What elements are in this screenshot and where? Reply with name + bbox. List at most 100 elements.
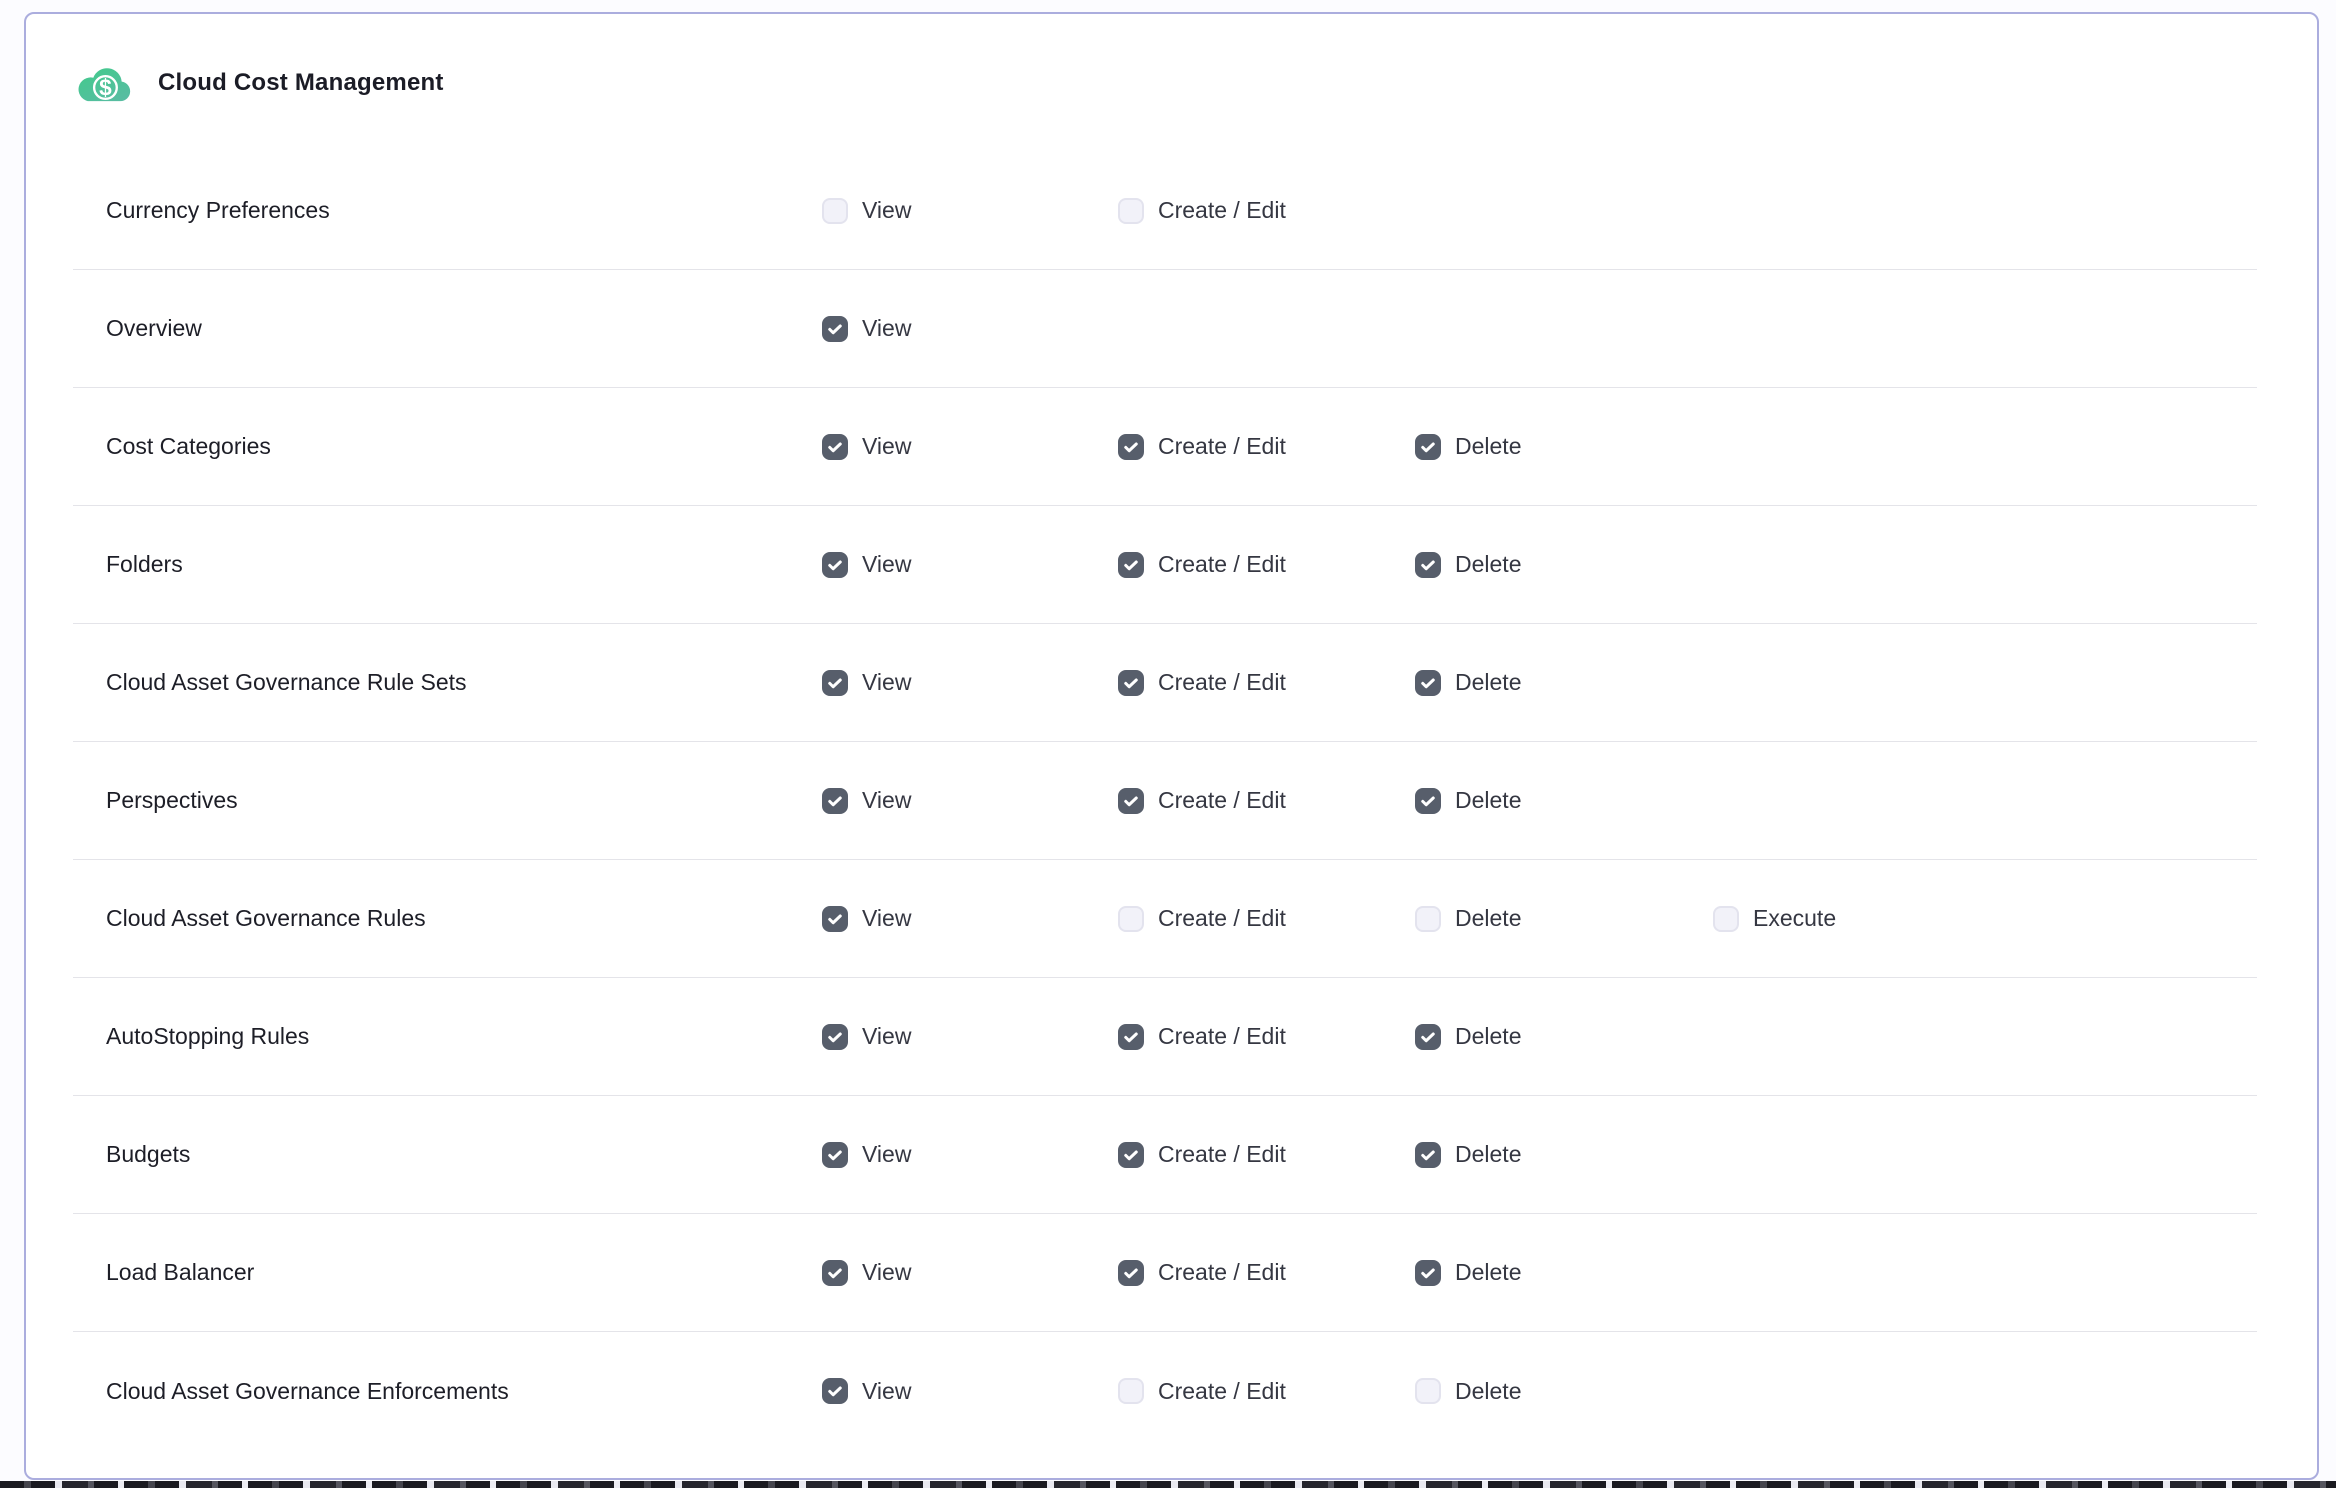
permission-label: Create / Edit — [1158, 551, 1286, 578]
permission-label: Delete — [1455, 905, 1521, 932]
create-edit-checkbox[interactable] — [1118, 552, 1144, 578]
check-icon — [826, 910, 844, 928]
check-icon — [1122, 1028, 1140, 1046]
permission-row: Cloud Asset Governance Rules View Create… — [73, 860, 2257, 978]
create-edit-checkbox[interactable] — [1118, 1378, 1144, 1404]
permission-label: View — [862, 1141, 911, 1168]
permission-cell: Delete — [1415, 978, 1521, 1095]
permission-row: Load Balancer View Create / Edit Delete — [73, 1214, 2257, 1332]
create-edit-checkbox[interactable] — [1118, 670, 1144, 696]
resource-label: Cloud Asset Governance Rules — [106, 860, 426, 977]
check-icon — [1122, 1264, 1140, 1282]
view-checkbox[interactable] — [822, 552, 848, 578]
permission-label: Delete — [1455, 787, 1521, 814]
create-edit-checkbox[interactable] — [1118, 1142, 1144, 1168]
permission-label: Create / Edit — [1158, 669, 1286, 696]
permission-row: Budgets View Create / Edit Delete — [73, 1096, 2257, 1214]
delete-checkbox[interactable] — [1415, 434, 1441, 460]
check-icon — [1419, 438, 1437, 456]
check-icon — [1419, 1028, 1437, 1046]
check-icon — [826, 674, 844, 692]
permissions-card: $ Cloud Cost Management Currency Prefere… — [24, 12, 2319, 1480]
create-edit-checkbox[interactable] — [1118, 1260, 1144, 1286]
delete-checkbox[interactable] — [1415, 906, 1441, 932]
check-icon — [826, 1264, 844, 1282]
permission-cell: View — [822, 270, 911, 387]
create-edit-checkbox[interactable] — [1118, 434, 1144, 460]
view-checkbox[interactable] — [822, 1260, 848, 1286]
permission-row: Overview View — [73, 270, 2257, 388]
permission-cell: View — [822, 388, 911, 505]
permission-cell: View — [822, 1096, 911, 1213]
view-checkbox[interactable] — [822, 434, 848, 460]
create-edit-checkbox[interactable] — [1118, 198, 1144, 224]
view-checkbox[interactable] — [822, 1142, 848, 1168]
view-checkbox[interactable] — [822, 1024, 848, 1050]
resource-label: Cost Categories — [106, 388, 271, 505]
create-edit-checkbox[interactable] — [1118, 1024, 1144, 1050]
delete-checkbox[interactable] — [1415, 1142, 1441, 1168]
check-icon — [826, 1382, 844, 1400]
execute-checkbox[interactable] — [1713, 906, 1739, 932]
resource-label: Load Balancer — [106, 1214, 254, 1331]
permission-cell: View — [822, 152, 911, 269]
check-icon — [1419, 792, 1437, 810]
resource-label: Cloud Asset Governance Rule Sets — [106, 624, 467, 741]
check-icon — [826, 792, 844, 810]
permission-label: View — [862, 197, 911, 224]
permission-label: Create / Edit — [1158, 1141, 1286, 1168]
check-icon — [826, 1146, 844, 1164]
permission-label: Create / Edit — [1158, 433, 1286, 460]
permission-cell: Create / Edit — [1118, 1096, 1286, 1213]
resource-label: AutoStopping Rules — [106, 978, 309, 1095]
permission-cell: View — [822, 1332, 911, 1450]
delete-checkbox[interactable] — [1415, 670, 1441, 696]
permission-cell: Delete — [1415, 860, 1521, 977]
delete-checkbox[interactable] — [1415, 552, 1441, 578]
delete-checkbox[interactable] — [1415, 1024, 1441, 1050]
check-icon — [1419, 674, 1437, 692]
check-icon — [826, 320, 844, 338]
permission-label: View — [862, 1023, 911, 1050]
permission-label: View — [862, 905, 911, 932]
view-checkbox[interactable] — [822, 1378, 848, 1404]
module-header: $ Cloud Cost Management — [26, 14, 2317, 152]
delete-checkbox[interactable] — [1415, 1260, 1441, 1286]
permission-label: Delete — [1455, 1141, 1521, 1168]
permission-cell: Create / Edit — [1118, 152, 1286, 269]
permission-row: Cloud Asset Governance Rule Sets View Cr… — [73, 624, 2257, 742]
create-edit-checkbox[interactable] — [1118, 788, 1144, 814]
permission-cell: Create / Edit — [1118, 388, 1286, 505]
permission-label: View — [862, 1259, 911, 1286]
permission-label: Create / Edit — [1158, 1378, 1286, 1405]
view-checkbox[interactable] — [822, 906, 848, 932]
permission-cell: Create / Edit — [1118, 1332, 1286, 1450]
check-icon — [1122, 1146, 1140, 1164]
cloud-dollar-icon: $ — [76, 59, 134, 107]
permission-label: Create / Edit — [1158, 787, 1286, 814]
permission-cell: Delete — [1415, 1332, 1521, 1450]
view-checkbox[interactable] — [822, 670, 848, 696]
permission-cell: Delete — [1415, 1096, 1521, 1213]
permission-cell: Execute — [1713, 860, 1836, 977]
check-icon — [1122, 556, 1140, 574]
permission-label: View — [862, 669, 911, 696]
permission-cell: Create / Edit — [1118, 624, 1286, 741]
view-checkbox[interactable] — [822, 316, 848, 342]
view-checkbox[interactable] — [822, 198, 848, 224]
permission-label: Delete — [1455, 1023, 1521, 1050]
permission-cell: Create / Edit — [1118, 1214, 1286, 1331]
create-edit-checkbox[interactable] — [1118, 906, 1144, 932]
permission-label: View — [862, 433, 911, 460]
delete-checkbox[interactable] — [1415, 788, 1441, 814]
permission-cell: Create / Edit — [1118, 978, 1286, 1095]
resource-label: Folders — [106, 506, 183, 623]
check-icon — [1419, 1146, 1437, 1164]
permission-row: Perspectives View Create / Edit Delete — [73, 742, 2257, 860]
delete-checkbox[interactable] — [1415, 1378, 1441, 1404]
check-icon — [1122, 674, 1140, 692]
permission-cell: Delete — [1415, 624, 1521, 741]
check-icon — [1122, 792, 1140, 810]
view-checkbox[interactable] — [822, 788, 848, 814]
permission-label: View — [862, 315, 911, 342]
